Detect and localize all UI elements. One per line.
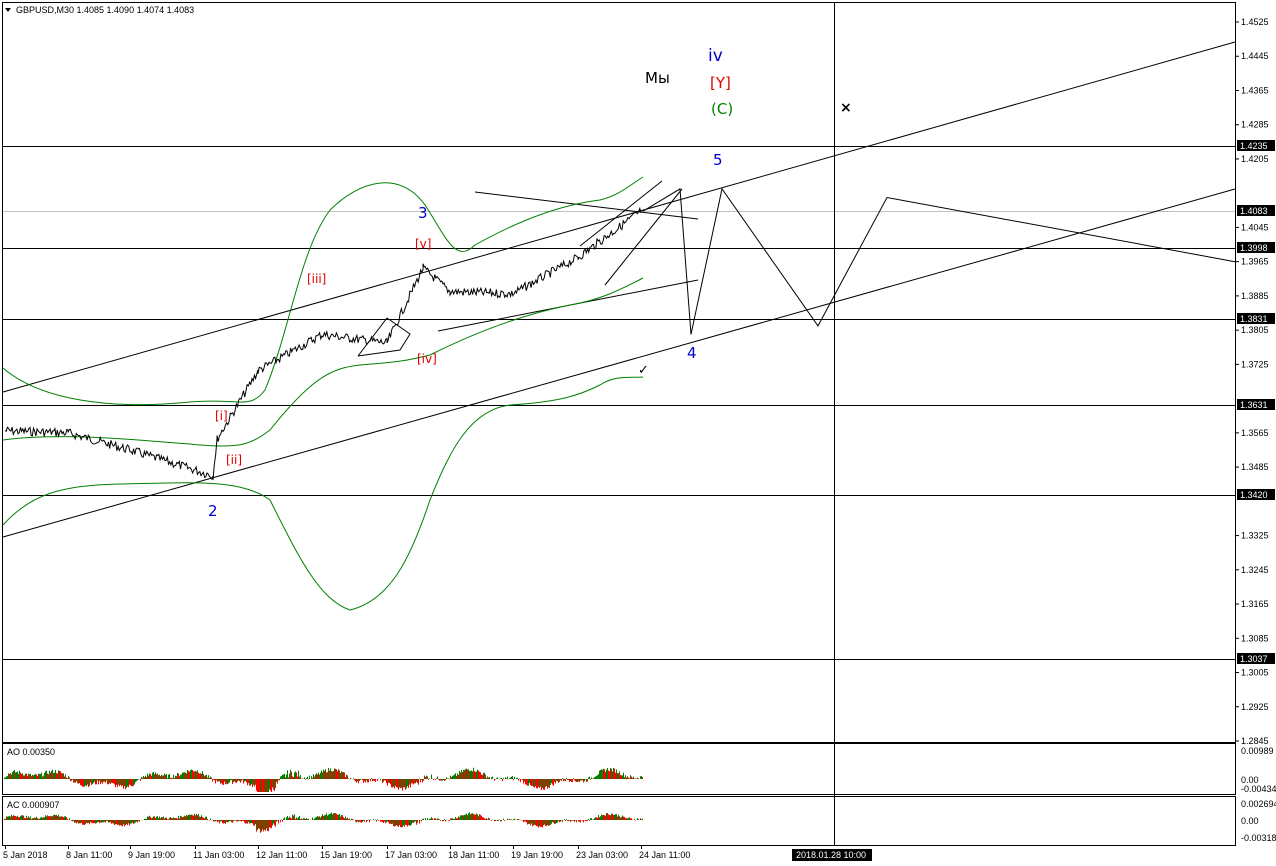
price-tick-label: 1.3805 — [1241, 325, 1269, 335]
wave-label: [v] — [415, 237, 431, 251]
chart-header: GBPUSD,M30 1.4085 1.4090 1.4074 1.4083 — [16, 5, 194, 15]
price-axis: 1.4525 1.4445 1.4365 1.4285 1.4205 1.4045 1.39… — [1235, 17, 1276, 843]
wave-label: iv — [708, 46, 723, 66]
ac-tick-label: 0.00 — [1241, 816, 1259, 826]
forecast-line — [642, 187, 1236, 335]
price-tick-label: 1.4525 — [1241, 17, 1269, 27]
price-tick-label: 1.2925 — [1241, 702, 1269, 712]
price-tick-label: 1.3885 — [1241, 291, 1269, 301]
wave-label: 2 — [208, 502, 218, 520]
level-price-label: 1.4235 — [1240, 141, 1268, 151]
trading-chart: 1.4525 1.4445 1.4365 1.4285 1.4205 1.4045 1.39… — [2, 2, 1276, 861]
time-tick-label: 8 Jan 11:00 — [66, 850, 112, 860]
price-tick-label: 1.4045 — [1241, 222, 1269, 232]
ac-tick-label: -0.00318 — [1241, 833, 1276, 843]
level-price-label: 1.3037 — [1240, 654, 1268, 664]
cross-marker-icon: × — [840, 100, 852, 116]
wave-label: [ii] — [226, 453, 242, 467]
level-price-label: 1.4083 — [1240, 206, 1268, 216]
level-price-label: 1.3831 — [1240, 314, 1268, 324]
price-tick-label: 1.3965 — [1241, 257, 1269, 267]
price-tick-label: 1.3085 — [1241, 633, 1269, 643]
time-axis: 5 Jan 2018 8 Jan 11:00 9 Jan 19:00 11 Jan 0… — [3, 846, 690, 860]
checkmark-icon: ✓ — [638, 363, 649, 378]
ao-pane-frame — [2, 743, 1236, 795]
wave-label: Мы — [645, 69, 670, 87]
wave-label: 3 — [418, 204, 428, 222]
time-tick-label: 9 Jan 19:00 — [128, 850, 175, 860]
price-line — [4, 206, 642, 481]
trendline-1 — [2, 188, 1236, 538]
price-tick-label: 1.3565 — [1241, 428, 1269, 438]
triangle-pattern — [357, 317, 411, 357]
time-tick-label: 5 Jan 2018 — [3, 850, 48, 860]
price-tick-label: 1.3005 — [1241, 668, 1269, 678]
price-tick-label: 1.3485 — [1241, 462, 1269, 472]
ac-histogram — [4, 812, 643, 833]
triangle-down-icon[interactable] — [5, 8, 11, 12]
time-tick-label: 23 Jan 03:00 — [576, 850, 628, 860]
time-tick-label: 11 Jan 03:00 — [193, 850, 244, 860]
ao-histogram — [4, 767, 643, 792]
ao-tick-label: -0.00434 — [1241, 784, 1276, 794]
time-tick-label: 12 Jan 11:00 — [256, 850, 307, 860]
level-price-label: 1.3420 — [1240, 490, 1268, 500]
main-pane-frame — [2, 2, 1236, 743]
wave-labels: Мы iv [Y] (C) 5 3 [v] [iii] [iv] [i] [ii] 2 4 — [208, 46, 733, 520]
price-tick-label: 1.4445 — [1241, 51, 1269, 61]
forecast-path — [642, 187, 1236, 335]
price-tick-label: 1.4285 — [1241, 120, 1269, 130]
trendline-0 — [2, 41, 1236, 393]
ac-tick-label: 0.002694 — [1241, 799, 1276, 809]
trendline-5 — [604, 188, 683, 286]
level-price-label: 1.3631 — [1240, 400, 1268, 410]
price-tick-label: 1.4205 — [1241, 154, 1269, 164]
price-tick-label: 1.3325 — [1241, 531, 1269, 541]
band-middle — [2, 277, 644, 447]
level-price-label: 1.3998 — [1240, 243, 1268, 253]
wave-label: (C) — [711, 100, 733, 118]
price-tick-label: 1.2845 — [1241, 736, 1269, 746]
price-tick-label: 1.4365 — [1241, 86, 1269, 96]
band-lower — [2, 376, 644, 611]
ao-tick-label: 0.00989 — [1241, 746, 1274, 756]
trendline-2 — [474, 191, 699, 220]
ac-pane-frame — [2, 796, 1236, 846]
bollinger-bands — [2, 176, 644, 611]
cursor-time-label: 2018.01.28 10:00 — [796, 850, 866, 860]
wave-label: [iv] — [417, 352, 437, 366]
wave-label: [iii] — [307, 272, 326, 286]
wave-label: 4 — [687, 344, 697, 362]
wave-label: 5 — [713, 151, 723, 169]
price-series — [4, 206, 642, 481]
price-tick-label: 1.3725 — [1241, 359, 1269, 369]
ao-label: AO 0.00350 — [7, 747, 55, 757]
wave-label: [i] — [215, 409, 228, 423]
price-tick-label: 1.3165 — [1241, 599, 1269, 609]
time-tick-label: 19 Jan 19:00 — [511, 850, 563, 860]
time-tick-label: 15 Jan 19:00 — [320, 850, 372, 860]
time-tick-label: 18 Jan 11:00 — [448, 850, 499, 860]
wave-label: [Y] — [710, 74, 731, 92]
time-tick-label: 24 Jan 11:00 — [639, 850, 690, 860]
time-tick-label: 17 Jan 03:00 — [385, 850, 437, 860]
ac-label: AC 0.000907 — [7, 800, 60, 810]
price-tick-label: 1.3245 — [1241, 565, 1269, 575]
